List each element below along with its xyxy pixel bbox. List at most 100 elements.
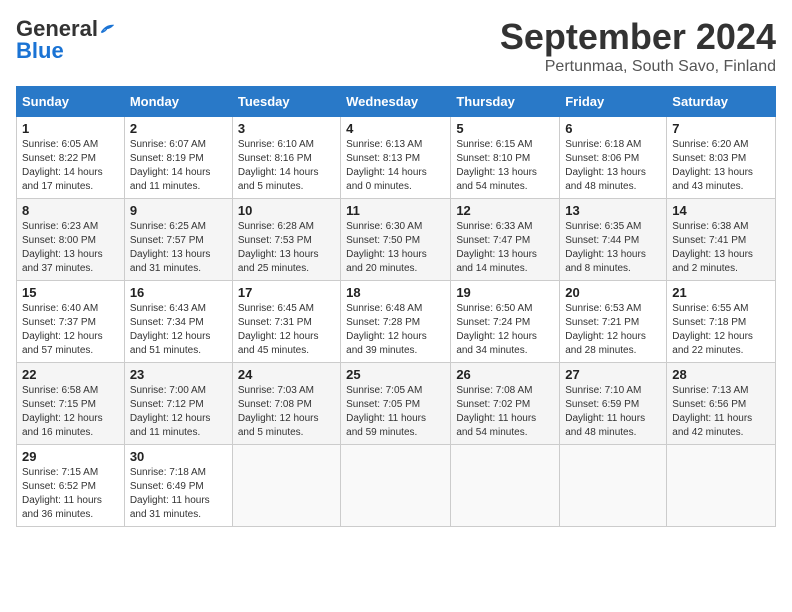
weekday-header-row: SundayMondayTuesdayWednesdayThursdayFrid… [17, 87, 776, 117]
day-info: Sunrise: 6:55 AM Sunset: 7:18 PM Dayligh… [672, 302, 770, 358]
calendar-week-row: 15 Sunrise: 6:40 AM Sunset: 7:37 PM Dayli… [17, 281, 776, 363]
day-number: 22 [22, 367, 119, 382]
day-info: Sunrise: 6:23 AM Sunset: 8:00 PM Dayligh… [22, 220, 119, 276]
calendar-day-cell: 1 Sunrise: 6:05 AM Sunset: 8:22 PM Daylig… [17, 117, 125, 199]
day-number: 30 [130, 449, 227, 464]
weekday-header-cell: Wednesday [341, 87, 451, 117]
day-info: Sunrise: 6:38 AM Sunset: 7:41 PM Dayligh… [672, 220, 770, 276]
calendar-day-cell: 15 Sunrise: 6:40 AM Sunset: 7:37 PM Dayli… [17, 281, 125, 363]
page-header: General Blue September 2024 Pertunmaa, S… [16, 16, 776, 76]
day-info: Sunrise: 6:15 AM Sunset: 8:10 PM Dayligh… [456, 138, 554, 194]
title-block: September 2024 Pertunmaa, South Savo, Fi… [500, 16, 776, 76]
calendar-day-cell [341, 445, 451, 527]
day-number: 28 [672, 367, 770, 382]
day-info: Sunrise: 7:03 AM Sunset: 7:08 PM Dayligh… [238, 384, 335, 440]
day-info: Sunrise: 7:00 AM Sunset: 7:12 PM Dayligh… [130, 384, 227, 440]
day-info: Sunrise: 6:43 AM Sunset: 7:34 PM Dayligh… [130, 302, 227, 358]
day-number: 25 [346, 367, 445, 382]
day-info: Sunrise: 6:45 AM Sunset: 7:31 PM Dayligh… [238, 302, 335, 358]
weekday-header-cell: Monday [124, 87, 232, 117]
day-info: Sunrise: 7:18 AM Sunset: 6:49 PM Dayligh… [130, 466, 227, 522]
calendar-day-cell: 16Sunrise: 6:43 AM Sunset: 7:34 PM Dayli… [124, 281, 232, 363]
day-info: Sunrise: 6:53 AM Sunset: 7:21 PM Dayligh… [565, 302, 661, 358]
day-number: 3 [238, 121, 335, 136]
calendar-day-cell: 21 Sunrise: 6:55 AM Sunset: 7:18 PM Dayli… [667, 281, 776, 363]
calendar-day-cell [560, 445, 667, 527]
calendar-day-cell: 10Sunrise: 6:28 AM Sunset: 7:53 PM Dayli… [232, 199, 340, 281]
calendar-day-cell: 7Sunrise: 6:20 AM Sunset: 8:03 PM Daylig… [667, 117, 776, 199]
day-number: 2 [130, 121, 227, 136]
day-info: Sunrise: 7:15 AM Sunset: 6:52 PM Dayligh… [22, 466, 119, 522]
day-number: 23 [130, 367, 227, 382]
day-info: Sunrise: 6:30 AM Sunset: 7:50 PM Dayligh… [346, 220, 445, 276]
logo-blue-text: Blue [16, 38, 64, 64]
calendar-day-cell [232, 445, 340, 527]
day-number: 20 [565, 285, 661, 300]
day-info: Sunrise: 6:50 AM Sunset: 7:24 PM Dayligh… [456, 302, 554, 358]
day-info: Sunrise: 6:07 AM Sunset: 8:19 PM Dayligh… [130, 138, 227, 194]
day-info: Sunrise: 6:28 AM Sunset: 7:53 PM Dayligh… [238, 220, 335, 276]
day-number: 8 [22, 203, 119, 218]
weekday-header-cell: Saturday [667, 87, 776, 117]
calendar-day-cell: 26 Sunrise: 7:08 AM Sunset: 7:02 PM Dayli… [451, 363, 560, 445]
calendar-day-cell [667, 445, 776, 527]
location-text: Pertunmaa, South Savo, Finland [500, 58, 776, 76]
calendar-body: 1 Sunrise: 6:05 AM Sunset: 8:22 PM Daylig… [17, 117, 776, 527]
day-info: Sunrise: 6:20 AM Sunset: 8:03 PM Dayligh… [672, 138, 770, 194]
day-number: 21 [672, 285, 770, 300]
day-number: 18 [346, 285, 445, 300]
calendar-day-cell: 19 Sunrise: 6:50 AM Sunset: 7:24 PM Dayli… [451, 281, 560, 363]
calendar-day-cell: 28 Sunrise: 7:13 AM Sunset: 6:56 PM Dayli… [667, 363, 776, 445]
calendar-day-cell: 13 Sunrise: 6:35 AM Sunset: 7:44 PM Dayli… [560, 199, 667, 281]
day-number: 24 [238, 367, 335, 382]
day-info: Sunrise: 6:35 AM Sunset: 7:44 PM Dayligh… [565, 220, 661, 276]
calendar-day-cell: 27Sunrise: 7:10 AM Sunset: 6:59 PM Dayli… [560, 363, 667, 445]
calendar-day-cell: 30 Sunrise: 7:18 AM Sunset: 6:49 PM Dayli… [124, 445, 232, 527]
day-number: 14 [672, 203, 770, 218]
day-info: Sunrise: 6:13 AM Sunset: 8:13 PM Dayligh… [346, 138, 445, 194]
calendar-day-cell [451, 445, 560, 527]
calendar-day-cell: 12 Sunrise: 6:33 AM Sunset: 7:47 PM Dayli… [451, 199, 560, 281]
weekday-header-cell: Friday [560, 87, 667, 117]
calendar-day-cell: 9Sunrise: 6:25 AM Sunset: 7:57 PM Daylig… [124, 199, 232, 281]
day-number: 13 [565, 203, 661, 218]
calendar-table: SundayMondayTuesdayWednesdayThursdayFrid… [16, 86, 776, 527]
calendar-day-cell: 17 Sunrise: 6:45 AM Sunset: 7:31 PM Dayli… [232, 281, 340, 363]
day-info: Sunrise: 7:10 AM Sunset: 6:59 PM Dayligh… [565, 384, 661, 440]
logo-bird-icon [100, 22, 114, 36]
weekday-header-cell: Thursday [451, 87, 560, 117]
month-title: September 2024 [500, 16, 776, 58]
day-number: 4 [346, 121, 445, 136]
day-number: 15 [22, 285, 119, 300]
day-number: 19 [456, 285, 554, 300]
day-number: 12 [456, 203, 554, 218]
day-info: Sunrise: 7:08 AM Sunset: 7:02 PM Dayligh… [456, 384, 554, 440]
calendar-day-cell: 2 Sunrise: 6:07 AM Sunset: 8:19 PM Daylig… [124, 117, 232, 199]
calendar-day-cell: 24 Sunrise: 7:03 AM Sunset: 7:08 PM Dayli… [232, 363, 340, 445]
day-info: Sunrise: 7:13 AM Sunset: 6:56 PM Dayligh… [672, 384, 770, 440]
day-info: Sunrise: 6:40 AM Sunset: 7:37 PM Dayligh… [22, 302, 119, 358]
day-info: Sunrise: 6:58 AM Sunset: 7:15 PM Dayligh… [22, 384, 119, 440]
calendar-day-cell: 5Sunrise: 6:15 AM Sunset: 8:10 PM Daylig… [451, 117, 560, 199]
day-info: Sunrise: 6:05 AM Sunset: 8:22 PM Dayligh… [22, 138, 119, 194]
calendar-day-cell: 20 Sunrise: 6:53 AM Sunset: 7:21 PM Dayli… [560, 281, 667, 363]
day-info: Sunrise: 6:33 AM Sunset: 7:47 PM Dayligh… [456, 220, 554, 276]
day-info: Sunrise: 6:48 AM Sunset: 7:28 PM Dayligh… [346, 302, 445, 358]
weekday-header-cell: Sunday [17, 87, 125, 117]
day-info: Sunrise: 7:05 AM Sunset: 7:05 PM Dayligh… [346, 384, 445, 440]
calendar-day-cell: 8 Sunrise: 6:23 AM Sunset: 8:00 PM Daylig… [17, 199, 125, 281]
calendar-day-cell: 23 Sunrise: 7:00 AM Sunset: 7:12 PM Dayli… [124, 363, 232, 445]
day-number: 29 [22, 449, 119, 464]
logo: General Blue [16, 16, 114, 64]
calendar-day-cell: 25 Sunrise: 7:05 AM Sunset: 7:05 PM Dayli… [341, 363, 451, 445]
day-info: Sunrise: 6:10 AM Sunset: 8:16 PM Dayligh… [238, 138, 335, 194]
day-info: Sunrise: 6:18 AM Sunset: 8:06 PM Dayligh… [565, 138, 661, 194]
weekday-header-cell: Tuesday [232, 87, 340, 117]
calendar-day-cell: 14 Sunrise: 6:38 AM Sunset: 7:41 PM Dayli… [667, 199, 776, 281]
day-number: 1 [22, 121, 119, 136]
day-number: 26 [456, 367, 554, 382]
day-number: 6 [565, 121, 661, 136]
calendar-day-cell: 6 Sunrise: 6:18 AM Sunset: 8:06 PM Daylig… [560, 117, 667, 199]
day-number: 9 [130, 203, 227, 218]
day-number: 17 [238, 285, 335, 300]
